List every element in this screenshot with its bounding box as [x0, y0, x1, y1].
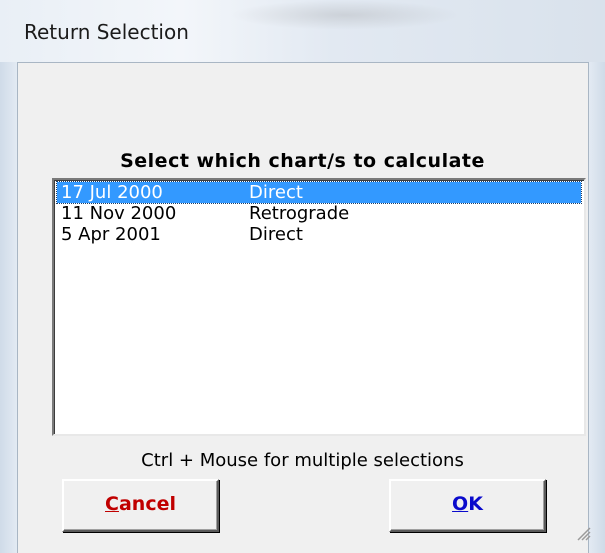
list-item-date: 11 Nov 2000: [61, 203, 177, 224]
cancel-button-mnemonic: C: [105, 493, 119, 515]
window-frame-left: [0, 62, 17, 553]
list-item-date: 17 Jul 2000: [61, 182, 163, 203]
cancel-button[interactable]: Cancel: [62, 479, 219, 532]
chart-listbox[interactable]: 17 Jul 2000 Direct 11 Nov 2000 Retrograd…: [52, 178, 586, 436]
list-item[interactable]: 5 Apr 2001 Direct: [57, 224, 581, 245]
list-item[interactable]: 17 Jul 2000 Direct: [56, 181, 582, 204]
dialog-window: Return Selection Select which chart/s to…: [0, 0, 605, 553]
list-item-date: 5 Apr 2001: [61, 224, 161, 245]
list-item-kind: Retrograde: [249, 203, 350, 224]
ok-button-mnemonic: O: [452, 493, 469, 515]
resize-grip-icon[interactable]: [575, 525, 591, 541]
ok-button-label: K: [468, 493, 483, 515]
title-bar[interactable]: Return Selection: [0, 0, 605, 62]
multi-select-hint: Ctrl + Mouse for multiple selections: [141, 450, 464, 471]
ok-button[interactable]: OK: [389, 479, 546, 532]
cancel-button-label: ancel: [118, 493, 176, 515]
list-item[interactable]: 11 Nov 2000 Retrograde: [57, 203, 581, 224]
list-item-kind: Direct: [249, 224, 303, 245]
dialog-heading: Select which chart/s to calculate: [120, 150, 485, 172]
list-item-kind: Direct: [249, 182, 303, 203]
window-frame-right: [589, 62, 605, 553]
window-title: Return Selection: [24, 20, 189, 44]
title-bar-glow: [230, 0, 460, 30]
